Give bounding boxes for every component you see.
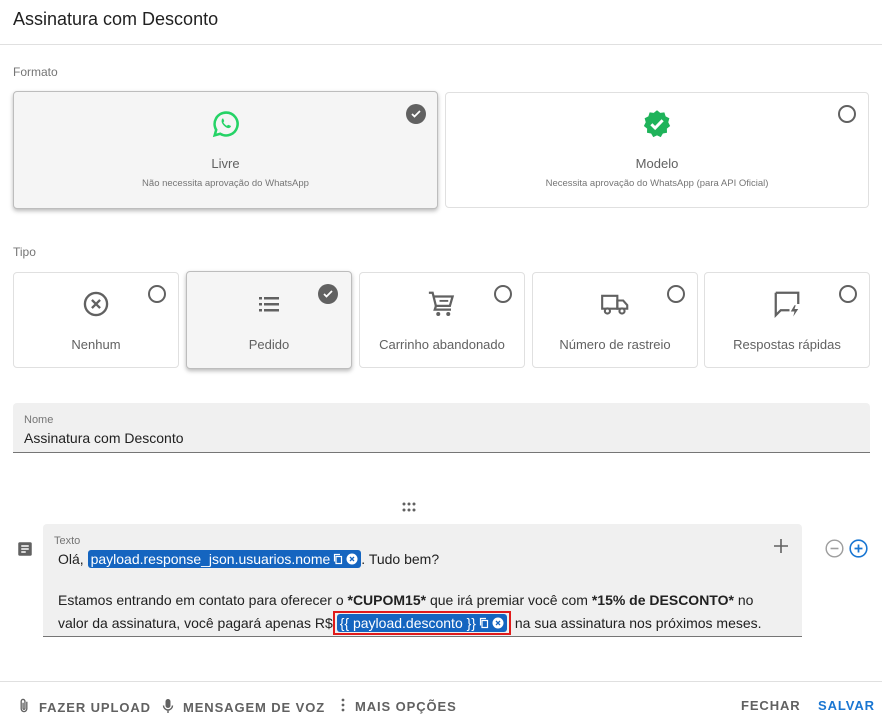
text-segment: na sua assinatura nos próximos meses. [510,614,762,631]
upload-label: FAZER UPLOAD [39,699,151,715]
remove-chip-icon[interactable] [492,617,504,629]
formato-card-livre[interactable]: Livre Não necessita aprovação do WhatsAp… [13,91,438,209]
tipo-carrinho-title: Carrinho abandonado [379,337,505,352]
highlight-box: {{ payload.desconto }} [332,610,511,635]
radio-unchecked-icon [667,285,685,303]
text-field-label: Texto [54,535,81,547]
voice-message-button[interactable]: MENSAGEM DE VOZ [162,698,325,717]
name-field-value[interactable]: Assinatura com Desconto [24,430,184,446]
formato-modelo-title: Modelo [635,156,679,171]
truck-icon [599,290,631,318]
formato-label: Formato [13,65,58,79]
tipo-card-pedido[interactable]: Pedido [186,271,352,369]
variable-chip-desconto[interactable]: {{ payload.desconto }} [336,613,507,632]
tipo-rastreio-title: Número de rastreio [559,337,671,352]
document-icon [16,540,34,563]
add-text-button[interactable] [849,539,868,563]
remove-chip-icon[interactable] [346,553,358,565]
tipo-pedido-title: Pedido [248,337,290,352]
save-button[interactable]: SALVAR [818,698,875,713]
dialog-title: Assinatura com Desconto [13,9,219,29]
list-icon [255,292,283,316]
copy-icon[interactable] [478,617,490,629]
footer-divider [0,681,882,682]
formato-livre-title: Livre [211,156,240,171]
radio-unchecked-icon [494,285,512,303]
text-segment: valor da assinatura, você pagará apenas … [58,614,333,631]
variable-chip-nome[interactable]: payload.response_json.usuarios.nome [87,550,362,568]
more-options-button[interactable]: MAIS OPÇÕES [340,698,457,715]
close-button[interactable]: FECHAR [741,698,801,713]
formato-card-modelo[interactable]: Modelo Necessita aprovação do WhatsApp (… [445,92,869,208]
tipo-card-carrinho[interactable]: Carrinho abandonado [359,272,525,368]
microphone-icon [162,698,174,717]
paperclip-icon [18,698,30,716]
tipo-card-rastreio[interactable]: Número de rastreio [532,272,698,368]
close-label: FECHAR [741,698,801,713]
chip-label: payload.response_json.usuarios.nome [90,551,331,567]
text-segment: Olá, [58,551,88,567]
text-segment: que irá premiar você com [426,592,592,608]
name-field[interactable]: Nome Assinatura com Desconto [13,403,870,453]
text-segment: no [733,592,754,608]
check-circle-icon [406,104,426,124]
tipo-card-nenhum[interactable]: Nenhum [13,272,179,368]
formato-modelo-subtitle: Necessita aprovação do WhatsApp (para AP… [545,178,769,189]
whatsapp-icon [212,110,240,138]
quick-reply-icon [772,289,802,319]
tipo-card-respostas[interactable]: Respostas rápidas [704,272,870,368]
text-body[interactable]: Olá, payload.response_json.usuarios.nome… [58,549,778,635]
copy-icon[interactable] [332,553,344,565]
tipo-respostas-title: Respostas rápidas [733,337,841,352]
text-segment: Estamos entrando em contato para oferece… [58,592,348,608]
cart-icon [427,289,457,319]
bold-coupon: *CUPOM15* [347,592,427,608]
title-divider [0,44,882,45]
remove-text-button[interactable] [825,539,844,563]
save-label: SALVAR [818,698,875,713]
text-segment: . Tudo bem? [361,551,440,567]
bold-discount: *15% de DESCONTO* [591,592,734,608]
radio-unchecked-icon [839,285,857,303]
check-circle-icon [318,284,338,304]
radio-unchecked-icon [838,105,856,123]
radio-unchecked-icon [148,285,166,303]
name-field-label: Nome [24,414,54,426]
text-field[interactable]: Texto Olá, payload.response_json.usuario… [43,524,802,637]
more-vert-icon [340,698,346,715]
formato-livre-subtitle: Não necessita aprovação do WhatsApp [142,178,309,189]
chip-label: {{ payload.desconto }} [339,614,476,631]
more-options-label: MAIS OPÇÕES [355,699,457,714]
tipo-nenhum-title: Nenhum [71,337,121,352]
drag-handle-icon[interactable] [400,500,418,512]
voice-label: MENSAGEM DE VOZ [183,700,326,715]
tipo-label: Tipo [13,245,36,259]
verified-badge-icon [642,109,672,139]
circle-x-icon [82,290,110,318]
upload-button[interactable]: FAZER UPLOAD [18,698,151,716]
